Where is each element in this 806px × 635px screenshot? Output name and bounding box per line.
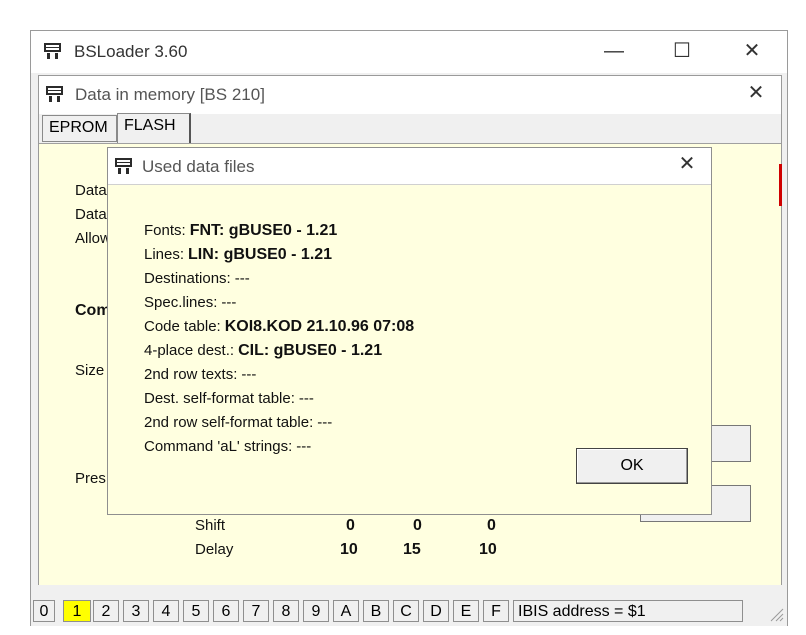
minimize-icon[interactable]: — <box>591 31 637 73</box>
address-cell-1-selected[interactable]: 1 <box>63 600 91 622</box>
address-cell-8[interactable]: 8 <box>273 600 299 622</box>
resize-grip-icon[interactable] <box>766 604 784 622</box>
address-cell-7[interactable]: 7 <box>243 600 269 622</box>
tab-eprom[interactable]: EPROM <box>42 115 117 142</box>
address-cell-2[interactable]: 2 <box>93 600 119 622</box>
main-title: BSLoader 3.60 <box>74 42 188 61</box>
dialog-titlebar[interactable]: Used data files ✕ <box>108 148 711 185</box>
row-command-al: Command 'aL' strings: --- <box>144 438 312 455</box>
bg-label: Size <box>75 362 105 379</box>
bg-label: Com <box>75 302 111 319</box>
child-title: Data in memory [BS 210] <box>75 85 265 104</box>
red-marker <box>779 164 782 206</box>
row-spec-lines: Spec.lines: --- <box>144 294 237 311</box>
row-dest-self-format: Dest. self-format table: --- <box>144 390 314 407</box>
delay-value: 10 <box>340 541 358 558</box>
delay-value: 10 <box>479 541 497 558</box>
maximize-icon[interactable]: ☐ <box>659 31 705 73</box>
address-cell-5[interactable]: 5 <box>183 600 209 622</box>
used-data-files-dialog: Used data files ✕ Fonts: FNT: gBUSE0 - 1.… <box>107 147 712 515</box>
ok-button[interactable]: OK <box>576 448 688 484</box>
bg-label: Data <box>75 182 107 199</box>
row-4place-dest: 4-place dest.: CIL: gBUSE0 - 1.21 <box>144 342 383 359</box>
app-icon <box>115 158 132 174</box>
tab-flash[interactable]: FLASH <box>117 113 191 143</box>
shift-value: 0 <box>346 517 355 534</box>
close-icon[interactable]: ✕ <box>664 145 710 183</box>
main-titlebar[interactable]: BSLoader 3.60 — ☐ ✕ <box>31 31 787 73</box>
row-code-table: Code table: KOI8.KOD 21.10.96 07:08 <box>144 318 415 335</box>
address-cell-4[interactable]: 4 <box>153 600 179 622</box>
bg-label: Allow <box>75 230 111 247</box>
child-titlebar[interactable]: Data in memory [BS 210] ✕ <box>39 76 781 114</box>
row-2nd-row-texts: 2nd row texts: --- <box>144 366 257 383</box>
shift-value: 0 <box>487 517 496 534</box>
row-fonts: Fonts: FNT: gBUSE0 - 1.21 <box>144 222 338 239</box>
address-cell-6[interactable]: 6 <box>213 600 239 622</box>
close-icon[interactable]: ✕ <box>729 31 775 73</box>
address-cell-f[interactable]: F <box>483 600 509 622</box>
address-cell-b[interactable]: B <box>363 600 389 622</box>
address-cell-d[interactable]: D <box>423 600 449 622</box>
ibis-address: IBIS address = $1 <box>513 600 743 622</box>
delay-value: 15 <box>403 541 421 558</box>
row-2nd-row-self-format: 2nd row self-format table: --- <box>144 414 333 431</box>
address-cell-c[interactable]: C <box>393 600 419 622</box>
dialog-title: Used data files <box>142 157 255 176</box>
address-cell-0[interactable]: 0 <box>33 600 55 622</box>
row-destinations: Destinations: --- <box>144 270 250 287</box>
close-icon[interactable]: ✕ <box>733 74 779 112</box>
bg-label: Pres <box>75 470 106 487</box>
bg-label: Data <box>75 206 107 223</box>
shift-label: Shift <box>195 517 226 534</box>
app-icon <box>44 43 61 59</box>
delay-label: Delay <box>195 541 234 558</box>
shift-value: 0 <box>413 517 422 534</box>
address-cell-a[interactable]: A <box>333 600 359 622</box>
address-cell-3[interactable]: 3 <box>123 600 149 622</box>
app-icon <box>46 86 63 102</box>
status-bar: 0 1 2 3 4 5 6 7 8 9 A B C D E F IBIS add… <box>31 598 787 626</box>
address-cell-9[interactable]: 9 <box>303 600 329 622</box>
address-cell-e[interactable]: E <box>453 600 479 622</box>
row-lines: Lines: LIN: gBUSE0 - 1.21 <box>144 246 333 263</box>
